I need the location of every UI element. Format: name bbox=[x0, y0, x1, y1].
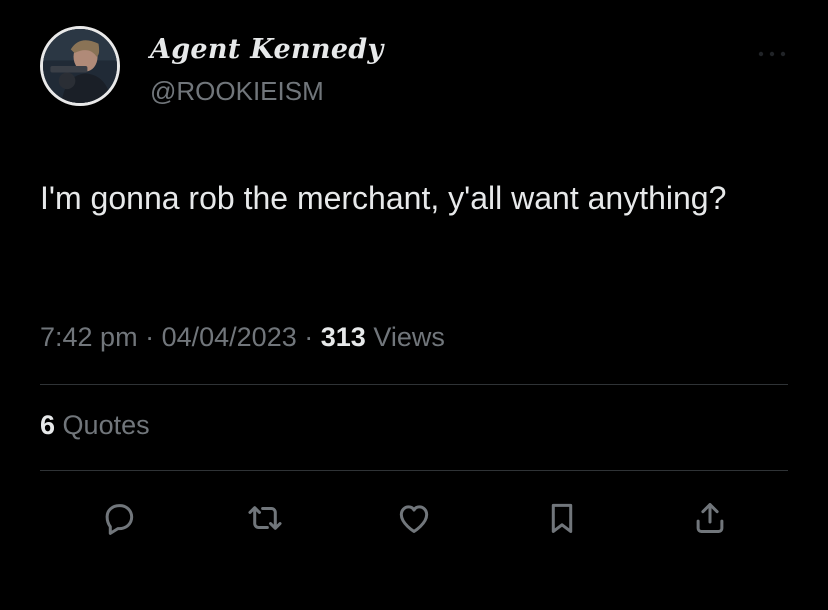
reply-button[interactable] bbox=[97, 498, 141, 538]
bookmark-icon bbox=[551, 503, 573, 533]
views-count: 313 bbox=[320, 322, 366, 352]
divider bbox=[40, 384, 788, 385]
views-label: Views bbox=[373, 322, 445, 352]
quotes-label: Quotes bbox=[62, 410, 150, 440]
heart-icon bbox=[399, 505, 429, 533]
divider bbox=[40, 470, 788, 471]
retweet-icon bbox=[248, 506, 282, 530]
display-name[interactable]: Agent Kennedy bbox=[150, 34, 383, 65]
meta-separator: · bbox=[304, 322, 314, 352]
bookmark-button[interactable] bbox=[540, 498, 584, 538]
share-icon bbox=[696, 503, 724, 533]
retweet-button[interactable] bbox=[243, 498, 287, 538]
tweet-meta: 7:42 pm · 04/04/2023 · 313 Views bbox=[40, 322, 445, 353]
like-button[interactable] bbox=[392, 498, 436, 538]
tweet-card: Agent Kennedy @ROOKIEISM I'm gonna rob t… bbox=[0, 0, 828, 610]
speech-bubble-icon bbox=[105, 504, 134, 535]
tweet-time[interactable]: 7:42 pm bbox=[40, 322, 138, 352]
avatar-image bbox=[43, 29, 117, 103]
avatar[interactable] bbox=[40, 26, 120, 106]
share-button[interactable] bbox=[688, 498, 732, 538]
more-options-icon[interactable] bbox=[756, 46, 788, 57]
quotes-stat[interactable]: 6 Quotes bbox=[40, 410, 150, 441]
quotes-count: 6 bbox=[40, 410, 56, 440]
tweet-text: I'm gonna rob the merchant, y'all want a… bbox=[40, 180, 727, 216]
meta-separator: · bbox=[145, 322, 155, 352]
tweet-date[interactable]: 04/04/2023 bbox=[162, 322, 297, 352]
user-handle[interactable]: @ROOKIEISM bbox=[150, 76, 324, 107]
